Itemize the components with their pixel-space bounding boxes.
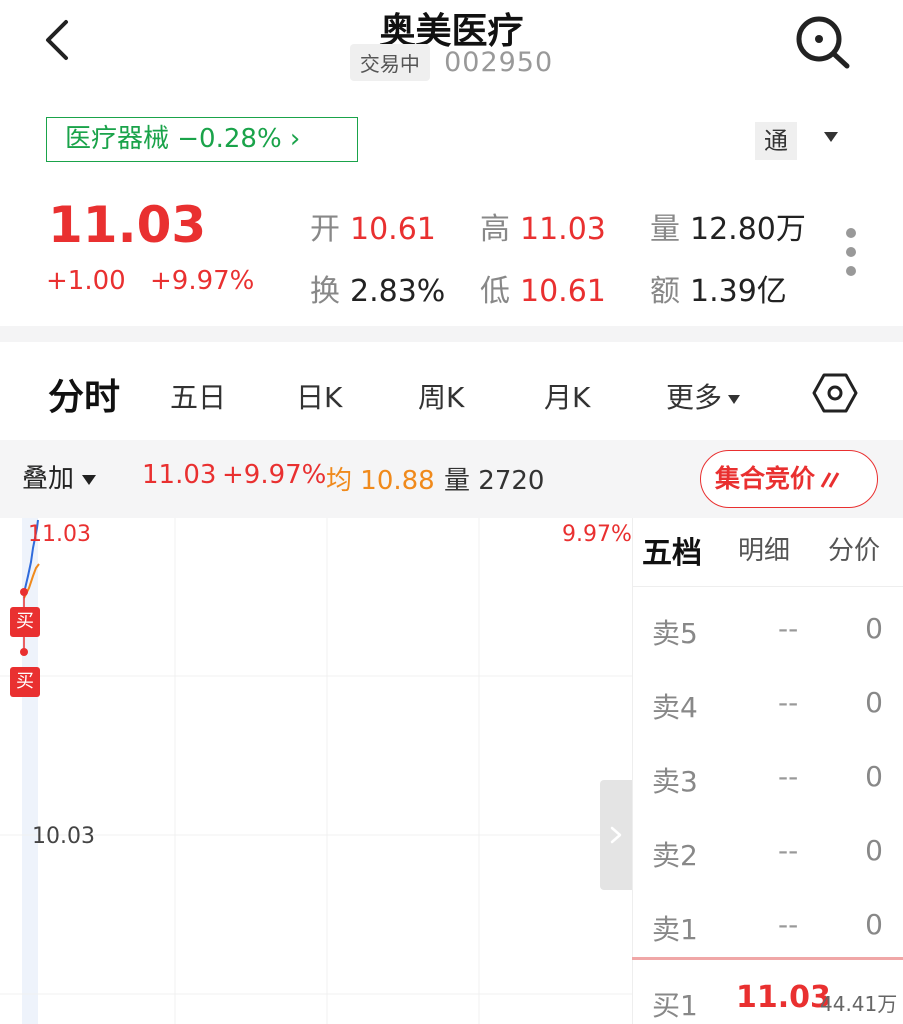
high-label: 高 (480, 212, 510, 247)
section-divider (0, 326, 903, 342)
volume-stat: 量 12.80万 (650, 204, 806, 248)
ask-row: 卖2 -- 0 (632, 812, 903, 886)
ask-price: -- (778, 908, 799, 941)
high-stat: 高 11.03 (480, 204, 606, 248)
turnover-stat: 换 2.83% (310, 266, 445, 310)
info-price: 11.03 (142, 460, 217, 490)
ask-level: 卖1 (652, 913, 698, 946)
call-auction-label: 集合竞价 (715, 464, 816, 493)
call-auction-button[interactable]: 集合竞价 (700, 450, 878, 508)
tab-more-label: 更多 (666, 381, 723, 414)
tab-price-distribution[interactable]: 分价 (828, 530, 880, 567)
volume-label: 量 (650, 212, 680, 247)
buy-marker[interactable]: 买 (10, 607, 40, 637)
buy-marker-dot (20, 648, 28, 656)
ask-row: 卖5 -- 0 (632, 590, 903, 664)
ask-row: 卖3 -- 0 (632, 738, 903, 812)
intraday-chart[interactable]: 11.03 9.97% 10.03 买 买 (0, 518, 632, 1024)
low-value: 10.61 (520, 274, 606, 309)
tab-five-levels[interactable]: 五档 (642, 528, 702, 572)
avg-label: 均 (326, 466, 353, 496)
ask-volume: 0 (865, 612, 883, 645)
chart-mid-price: 10.03 (32, 824, 95, 849)
tab-weekly-k[interactable]: 周K (418, 376, 464, 416)
ask-row: 卖1 -- 0 (632, 886, 903, 960)
trading-status-badge: 交易中 (349, 44, 430, 81)
info-volume: 量 2720 (444, 460, 544, 497)
amount-label: 额 (650, 274, 680, 309)
header: 奥美医疗 交易中 002950 (0, 0, 903, 100)
order-book-divider (632, 586, 903, 587)
ask-level: 卖5 (652, 617, 698, 650)
more-options-icon[interactable] (840, 226, 862, 278)
tong-dropdown-caret-icon[interactable] (824, 132, 838, 142)
stock-code: 002950 (444, 47, 554, 78)
chevron-down-icon (728, 394, 741, 404)
volume-value: 12.80万 (690, 212, 806, 247)
ask-price: -- (778, 834, 799, 867)
tab-monthly-k[interactable]: 月K (544, 376, 590, 416)
ask-price: -- (778, 612, 799, 645)
vol-value: 2720 (478, 466, 545, 496)
chevron-right-icon (610, 826, 622, 844)
tong-badge[interactable]: 通 (755, 122, 797, 160)
price-change-percent: +9.97% (150, 266, 255, 296)
amount-value: 1.39亿 (690, 274, 787, 309)
ask-price: -- (778, 686, 799, 719)
ask-volume: 0 (865, 760, 883, 793)
tab-five-day[interactable]: 五日 (170, 376, 226, 416)
open-label: 开 (310, 212, 340, 247)
buy-marker[interactable]: 买 (10, 667, 40, 697)
open-stat: 开 10.61 (310, 204, 436, 248)
high-value: 11.03 (520, 212, 606, 247)
tab-intraday[interactable]: 分时 (48, 368, 120, 420)
turnover-value: 2.83% (350, 274, 446, 309)
ask-row: 卖4 -- 0 (632, 664, 903, 738)
vol-label: 量 (444, 466, 471, 496)
overlay-label: 叠加 (22, 464, 75, 494)
ask-level: 卖3 (652, 765, 698, 798)
ask-volume: 0 (865, 834, 883, 867)
bid-ask-separator (632, 957, 903, 960)
overlay-dropdown[interactable]: 叠加 (22, 458, 97, 495)
ask-price: -- (778, 760, 799, 793)
low-label: 低 (480, 274, 510, 309)
stock-subtitle: 交易中 002950 (0, 44, 903, 81)
search-icon[interactable] (792, 14, 854, 70)
ask-level: 卖4 (652, 691, 698, 724)
info-percent: +9.97% (222, 460, 327, 490)
chart-settings-icon[interactable] (812, 370, 858, 416)
sector-tag[interactable]: 医疗器械 −0.28% › (46, 117, 358, 162)
intraday-chart-canvas (0, 518, 632, 1024)
buy-marker-dot (20, 588, 28, 596)
info-avg: 均 10.88 (326, 460, 435, 497)
turnover-label: 换 (310, 274, 340, 309)
price-change: +1.00 (46, 266, 126, 296)
chart-top-percent: 9.97% (562, 522, 632, 547)
amount-stat: 额 1.39亿 (650, 266, 787, 310)
chart-top-price: 11.03 (28, 522, 91, 547)
bid-level: 买1 (652, 989, 698, 1022)
chevron-down-icon (82, 474, 97, 485)
expand-panel-handle[interactable] (600, 780, 632, 890)
slash-arrows-icon (820, 472, 840, 488)
low-stat: 低 10.61 (480, 266, 606, 310)
avg-value: 10.88 (360, 466, 435, 496)
bid-price: 11.03 (736, 980, 831, 1015)
open-value: 10.61 (350, 212, 436, 247)
ask-volume: 0 (865, 686, 883, 719)
chart-period-tabs: 分时 五日 日K 周K 月K 更多 (0, 360, 903, 430)
bid-volume: 44.41万 (820, 992, 898, 1016)
ask-volume: 0 (865, 908, 883, 941)
tab-trade-details[interactable]: 明细 (738, 530, 790, 567)
current-price: 11.03 (48, 196, 207, 254)
ask-level: 卖2 (652, 839, 698, 872)
tab-more[interactable]: 更多 (666, 376, 741, 416)
tab-daily-k[interactable]: 日K (296, 376, 342, 416)
